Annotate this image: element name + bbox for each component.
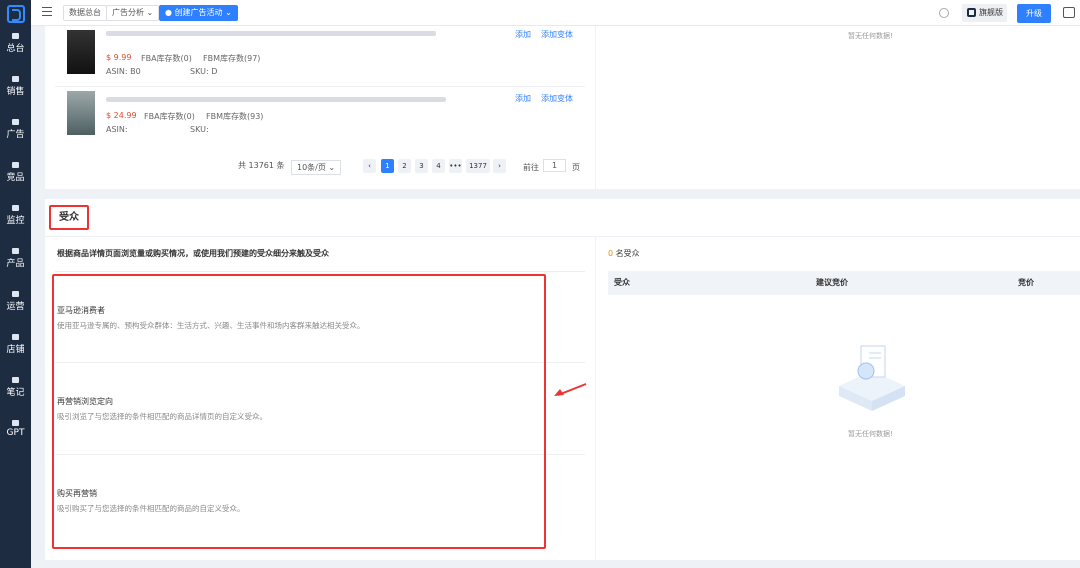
add-link[interactable]: 添加 [515,93,531,104]
empty-text: 暂无任何数据! [848,430,893,438]
flagship-badge[interactable]: 旗舰版 [962,4,1007,22]
goto-label: 前往 [523,163,539,172]
sidebar-item-operations[interactable]: 运营 [0,291,31,312]
upgrade-button[interactable]: 升级 [1017,4,1051,23]
sidebar-item-sales[interactable]: 销售 [0,76,31,97]
page-1[interactable]: 1 [381,159,394,173]
page-size-select[interactable]: 10条/页 ⌄ [291,160,342,175]
sku: SKU: D [190,67,218,76]
product-thumbnail [67,30,95,74]
price: $ 9.99 [106,53,132,62]
sidebar-item-gpt[interactable]: GPT [0,420,31,438]
asin: ASIN: [106,125,128,134]
list-item: $ 9.99 FBA库存数(0) FBM库存数(97) ASIN: B0 SKU… [55,26,585,82]
menu-icon[interactable] [42,7,52,17]
note-icon [12,377,19,383]
fba-stock: FBA库存数(0) [144,112,195,121]
page-unit: 页 [572,163,580,172]
sidebar-item-notes[interactable]: 笔记 [0,377,31,398]
sku: SKU: [190,125,209,134]
sidebar: 总台 销售 广告 竞品 监控 产品 运营 店铺 笔记 GPT [0,0,31,568]
monitor-alert-icon [12,205,19,211]
page-4[interactable]: 4 [432,159,445,173]
sidebar-item-stores[interactable]: 店铺 [0,334,31,355]
fba-stock: FBA库存数(0) [141,54,192,63]
empty-text: 暂无任何数据! [848,32,893,40]
grid-icon [12,248,19,254]
right-top-panel: 暂无任何数据! [596,26,1080,189]
header-audience: 受众 [614,278,630,287]
smile-icon[interactable] [939,8,949,18]
store-icon [12,334,19,340]
section-title: 受众 [49,205,89,230]
sidebar-item-products[interactable]: 产品 [0,248,31,269]
asin: ASIN: B0 [106,67,141,76]
sidebar-item-competitors[interactable]: 竞品 [0,162,31,183]
prev-page-button[interactable]: ‹ [363,159,376,173]
page-last[interactable]: 1377 [466,159,490,173]
selected-audiences-panel: 0 名受众 受众 建议竞价 竞价 暂无任何数据! [596,237,1080,560]
fbm-stock: FBM库存数(93) [206,112,264,121]
ads-icon [12,119,19,125]
highlight-frame [52,274,546,549]
fbm-stock: FBM库存数(97) [203,54,261,63]
gpt-icon [12,420,19,426]
blurred-title [106,97,446,102]
tab-ad-analysis[interactable]: 广告分析 ⌄ [106,5,160,21]
list-item: $ 24.99 FBA库存数(0) FBM库存数(93) ASIN: SKU: … [55,86,585,142]
chart-icon [12,162,19,168]
table-header: 受众 建议竞价 竞价 [608,271,1080,295]
sales-icon [12,76,19,82]
empty-state-icon [839,345,905,411]
audience-count: 0 名受众 [608,249,640,258]
header-bid: 竞价 [1018,278,1034,287]
pager-total: 共 13761 条 [238,161,285,170]
topbar: 数据总台 广告分析 ⌄ ● 创建广告活动 ⌄ 旗舰版 升级 [31,0,1080,26]
user-icon [12,291,19,297]
blurred-title [106,31,436,36]
audience-section-header: 受众 [45,199,1080,237]
price: $ 24.99 [106,111,137,120]
add-variant-link[interactable]: 添加变体 [541,29,573,40]
add-link[interactable]: 添加 [515,29,531,40]
page-ellipsis[interactable]: ••• [449,159,462,173]
add-variant-link[interactable]: 添加变体 [541,93,573,104]
tab-dashboard[interactable]: 数据总台 [63,5,107,21]
page-3[interactable]: 3 [415,159,428,173]
product-thumbnail [67,91,95,135]
product-list-panel: $ 9.99 FBA库存数(0) FBM库存数(97) ASIN: B0 SKU… [45,26,595,189]
flag-icon [967,8,976,17]
page-2[interactable]: 2 [398,159,411,173]
audience-intro: 根据商品详情页面浏览量或购买情况，或使用我们预建的受众细分来触及受众 [57,249,329,258]
annotation-arrow [554,383,587,396]
monitor-icon [12,33,19,39]
sidebar-item-ads[interactable]: 广告 [0,119,31,140]
tab-create-campaign[interactable]: ● 创建广告活动 ⌄ [159,5,238,21]
calendar-icon[interactable] [1063,7,1075,18]
logo-icon[interactable] [7,5,25,23]
next-page-button[interactable]: › [493,159,506,173]
page-input[interactable]: 1 [543,159,567,172]
header-suggested-bid: 建议竞价 [816,278,848,287]
sidebar-item-dashboard[interactable]: 总台 [0,33,31,54]
sidebar-item-monitor[interactable]: 监控 [0,205,31,226]
